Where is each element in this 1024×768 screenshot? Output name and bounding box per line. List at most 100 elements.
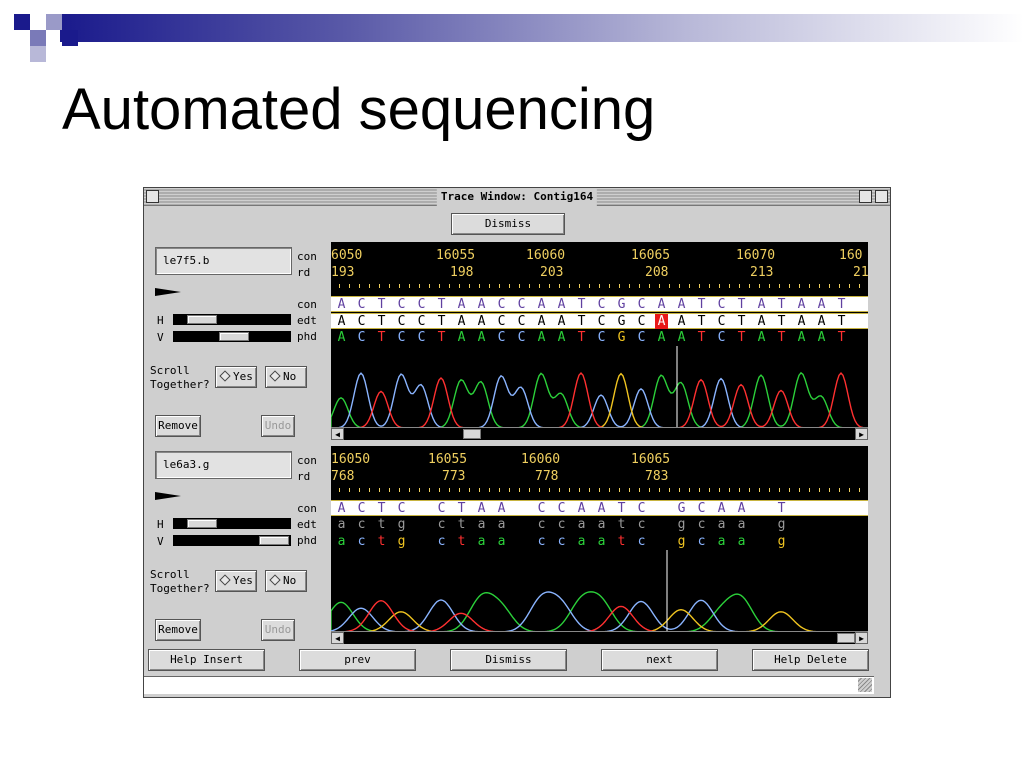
- base-call[interactable]: t: [615, 517, 628, 532]
- base-call[interactable]: g: [775, 534, 788, 549]
- slider-thumb[interactable]: [219, 332, 249, 341]
- horizontal-zoom-slider[interactable]: [173, 314, 291, 325]
- base-call[interactable]: C: [595, 314, 608, 329]
- scroll-left-arrow-icon[interactable]: ◀: [331, 428, 344, 440]
- base-call[interactable]: A: [755, 314, 768, 329]
- base-call[interactable]: A: [795, 314, 808, 329]
- base-call[interactable]: A: [755, 330, 768, 345]
- base-call[interactable]: A: [655, 314, 668, 329]
- base-call[interactable]: a: [575, 517, 588, 532]
- base-call[interactable]: C: [495, 314, 508, 329]
- base-call[interactable]: A: [575, 501, 588, 516]
- base-call[interactable]: C: [355, 501, 368, 516]
- base-call[interactable]: c: [695, 517, 708, 532]
- base-call[interactable]: A: [555, 314, 568, 329]
- base-call[interactable]: t: [375, 517, 388, 532]
- base-call[interactable]: C: [535, 501, 548, 516]
- dismiss-top-button[interactable]: Dismiss: [451, 213, 565, 235]
- base-call[interactable]: C: [415, 330, 428, 345]
- base-call[interactable]: A: [815, 314, 828, 329]
- base-call[interactable]: C: [515, 297, 528, 312]
- base-call[interactable]: T: [375, 330, 388, 345]
- base-call[interactable]: A: [475, 330, 488, 345]
- base-call[interactable]: T: [735, 314, 748, 329]
- base-call[interactable]: T: [775, 314, 788, 329]
- base-call[interactable]: T: [375, 314, 388, 329]
- base-call[interactable]: C: [415, 297, 428, 312]
- slider-thumb[interactable]: [259, 536, 289, 545]
- horizontal-scrollbar[interactable]: ◀ ▶: [331, 631, 868, 644]
- base-call[interactable]: a: [595, 534, 608, 549]
- base-call[interactable]: C: [355, 297, 368, 312]
- vertical-zoom-slider[interactable]: [173, 331, 291, 342]
- horizontal-zoom-slider[interactable]: [173, 518, 291, 529]
- prev-button[interactable]: prev: [299, 649, 416, 671]
- base-call[interactable]: a: [715, 534, 728, 549]
- base-call[interactable]: T: [775, 501, 788, 516]
- base-call[interactable]: A: [535, 314, 548, 329]
- base-call[interactable]: c: [535, 517, 548, 532]
- base-call[interactable]: a: [575, 534, 588, 549]
- base-call[interactable]: C: [715, 297, 728, 312]
- base-call[interactable]: A: [535, 330, 548, 345]
- base-call[interactable]: a: [335, 517, 348, 532]
- base-call[interactable]: T: [575, 314, 588, 329]
- remove-button[interactable]: Remove: [155, 415, 201, 437]
- read-name-field[interactable]: le7f5.b: [155, 247, 292, 275]
- trace-view[interactable]: 6050 16055 16060 16065 16070 160 193 198 203 208 2…: [331, 242, 868, 440]
- base-call[interactable]: a: [335, 534, 348, 549]
- dismiss-bottom-button[interactable]: Dismiss: [450, 649, 567, 671]
- base-call[interactable]: C: [595, 297, 608, 312]
- base-call[interactable]: A: [455, 314, 468, 329]
- base-call[interactable]: g: [775, 517, 788, 532]
- base-call[interactable]: T: [835, 297, 848, 312]
- base-call[interactable]: c: [435, 534, 448, 549]
- base-call[interactable]: A: [795, 297, 808, 312]
- base-call[interactable]: A: [335, 501, 348, 516]
- base-call[interactable]: a: [595, 517, 608, 532]
- base-call[interactable]: t: [455, 534, 468, 549]
- base-call[interactable]: T: [695, 314, 708, 329]
- scroll-no-radio[interactable]: No: [265, 366, 307, 388]
- scrollbar-thumb[interactable]: [837, 633, 855, 643]
- base-call[interactable]: A: [675, 330, 688, 345]
- base-call[interactable]: c: [555, 517, 568, 532]
- next-button[interactable]: next: [601, 649, 718, 671]
- base-call[interactable]: t: [615, 534, 628, 549]
- base-call[interactable]: T: [835, 314, 848, 329]
- base-call[interactable]: T: [615, 501, 628, 516]
- base-call[interactable]: g: [675, 534, 688, 549]
- base-call[interactable]: C: [495, 297, 508, 312]
- base-call[interactable]: T: [695, 330, 708, 345]
- base-call[interactable]: a: [475, 534, 488, 549]
- base-call[interactable]: C: [595, 330, 608, 345]
- window-minimize-button[interactable]: [859, 190, 872, 203]
- base-call[interactable]: A: [455, 330, 468, 345]
- base-call[interactable]: C: [395, 501, 408, 516]
- base-call[interactable]: A: [655, 330, 668, 345]
- help-insert-button[interactable]: Help Insert: [148, 649, 265, 671]
- base-call[interactable]: C: [635, 314, 648, 329]
- base-call[interactable]: A: [815, 297, 828, 312]
- base-call[interactable]: C: [395, 330, 408, 345]
- base-call[interactable]: c: [695, 534, 708, 549]
- base-call[interactable]: C: [715, 330, 728, 345]
- base-call[interactable]: T: [435, 314, 448, 329]
- base-call[interactable]: A: [595, 501, 608, 516]
- base-call[interactable]: c: [555, 534, 568, 549]
- base-call[interactable]: T: [375, 297, 388, 312]
- slider-thumb[interactable]: [187, 315, 217, 324]
- base-call[interactable]: t: [375, 534, 388, 549]
- base-call[interactable]: T: [435, 297, 448, 312]
- base-call[interactable]: T: [575, 297, 588, 312]
- base-call[interactable]: G: [615, 297, 628, 312]
- base-call[interactable]: A: [535, 297, 548, 312]
- scroll-no-radio[interactable]: No: [265, 570, 307, 592]
- base-call[interactable]: g: [675, 517, 688, 532]
- window-menu-button[interactable]: [146, 190, 159, 203]
- base-call[interactable]: T: [735, 297, 748, 312]
- base-call[interactable]: t: [455, 517, 468, 532]
- base-call[interactable]: C: [555, 501, 568, 516]
- base-call[interactable]: A: [475, 314, 488, 329]
- base-call[interactable]: A: [335, 297, 348, 312]
